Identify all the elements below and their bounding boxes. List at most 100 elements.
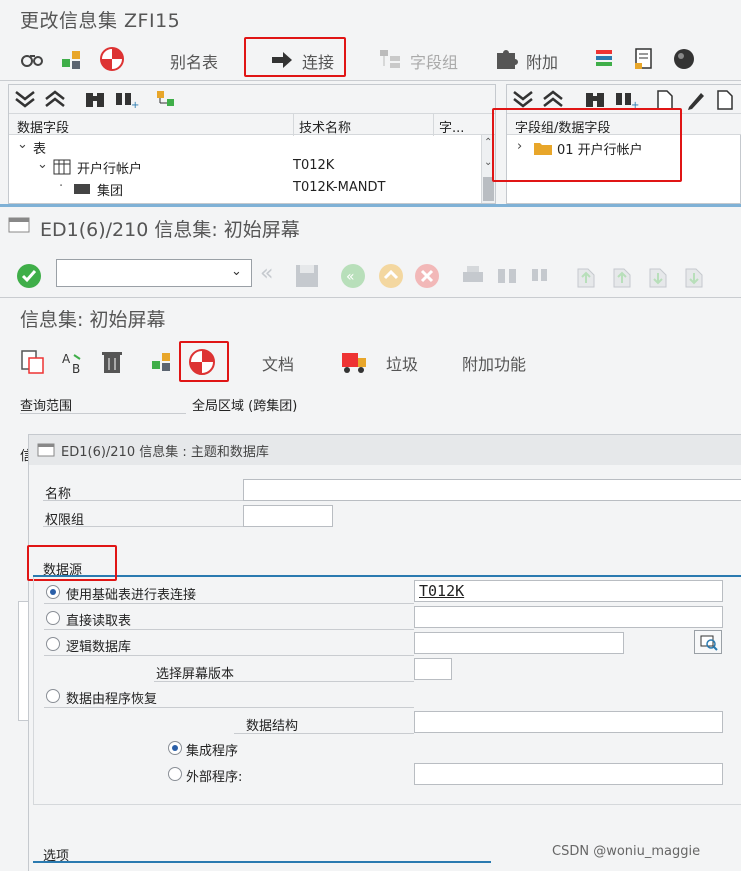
left-tree-panel: + 数据字段 技术名称 字... ⌄ 表 ⌄ 开户行帐户 T012K · 集团 … bbox=[8, 84, 496, 204]
table-join-field[interactable]: T012K bbox=[414, 580, 723, 602]
field-group-icon bbox=[378, 48, 404, 74]
table-join-radio[interactable] bbox=[46, 585, 60, 599]
name-field[interactable] bbox=[243, 479, 741, 501]
auth-underline bbox=[43, 526, 243, 527]
checkmark-icon[interactable] bbox=[16, 263, 42, 289]
hierarchy-icon[interactable] bbox=[58, 45, 86, 73]
document-icon[interactable] bbox=[630, 45, 658, 73]
field-icon bbox=[74, 184, 90, 194]
chevron-down-icon[interactable]: ⌄ bbox=[231, 264, 242, 279]
cancel-icon bbox=[415, 264, 439, 288]
screen-version-label: 选择屏幕版本 bbox=[156, 667, 235, 682]
color-list-icon[interactable] bbox=[590, 45, 618, 73]
window-icon bbox=[8, 217, 30, 233]
svg-text:«: « bbox=[346, 269, 355, 285]
expand-all-icon[interactable] bbox=[13, 89, 37, 109]
logical-db-radio[interactable] bbox=[46, 637, 60, 651]
program-label[interactable]: 数据由程序恢复 bbox=[66, 688, 157, 707]
chevron-down-icon[interactable]: ⌄ bbox=[17, 137, 28, 152]
collapse-all-icon[interactable] bbox=[541, 89, 565, 109]
row-underline bbox=[44, 655, 414, 656]
data-structure-field[interactable] bbox=[414, 711, 723, 733]
find-icon[interactable] bbox=[83, 88, 107, 110]
col-tech-name[interactable]: 技术名称 bbox=[299, 117, 351, 136]
truck-icon[interactable] bbox=[340, 349, 368, 375]
next-page-icon bbox=[649, 268, 667, 288]
mid-window-title: ED1(6)/210 信息集: 初始屏幕 bbox=[40, 219, 300, 241]
svg-text:+: + bbox=[131, 100, 139, 110]
integrated-label[interactable]: 集成程序 bbox=[186, 740, 238, 759]
find-icon[interactable] bbox=[583, 88, 607, 110]
logical-db-field[interactable] bbox=[414, 632, 624, 654]
edit-icon[interactable] bbox=[685, 89, 707, 111]
generate-icon[interactable] bbox=[98, 45, 126, 73]
puzzle-icon bbox=[494, 48, 518, 76]
tree-row-tech: T012K-MANDT bbox=[293, 180, 386, 195]
screen-version-field[interactable] bbox=[414, 658, 452, 680]
credit-text: CSDN @woniu_maggie bbox=[552, 844, 701, 859]
find-next-icon[interactable]: + bbox=[613, 88, 639, 110]
rename-icon[interactable]: AB bbox=[60, 349, 86, 375]
collapse-all-icon[interactable] bbox=[43, 89, 67, 109]
search-help-button[interactable] bbox=[694, 630, 722, 654]
col-short[interactable]: 字... bbox=[439, 117, 464, 136]
svg-text:B: B bbox=[72, 362, 80, 375]
glasses-icon[interactable] bbox=[18, 45, 46, 73]
top-toolbar: 别名表 连接 字段组 附加 bbox=[0, 40, 741, 78]
dialog-title: ED1(6)/210 信息集 : 主题和数据库 bbox=[61, 445, 269, 460]
svg-text:A: A bbox=[62, 352, 71, 366]
tree-row[interactable]: ⌄ 开户行帐户 T012K bbox=[9, 157, 479, 177]
structure-icon[interactable] bbox=[155, 89, 179, 109]
row-underline bbox=[44, 707, 414, 708]
save-icon bbox=[296, 265, 318, 287]
window-title: 更改信息集 ZFI15 bbox=[20, 10, 181, 32]
trash-button[interactable]: 垃圾 bbox=[386, 351, 418, 375]
integrated-radio[interactable] bbox=[168, 741, 182, 755]
direct-read-field[interactable] bbox=[414, 606, 723, 628]
direct-read-label[interactable]: 直接读取表 bbox=[66, 610, 131, 629]
query-scope-value: 全局区域 (跨集团) bbox=[192, 399, 298, 414]
dialog-window: ED1(6)/210 信息集 : 主题和数据库 名称 权限组 数据源 使用基础表… bbox=[27, 434, 741, 871]
col-data-field[interactable]: 数据字段 bbox=[17, 117, 69, 136]
logical-db-label[interactable]: 逻辑数据库 bbox=[66, 636, 131, 655]
delete-icon[interactable] bbox=[715, 89, 735, 111]
find-icon bbox=[498, 269, 516, 283]
highlight-generate bbox=[179, 341, 229, 382]
exit-icon bbox=[379, 264, 403, 288]
documentation-button[interactable]: 文档 bbox=[262, 351, 294, 375]
dialog-title-bar: ED1(6)/210 信息集 : 主题和数据库 bbox=[29, 435, 741, 465]
direct-read-radio[interactable] bbox=[46, 611, 60, 625]
circle-icon[interactable] bbox=[670, 45, 698, 73]
tree-row[interactable]: ⌄ 表 bbox=[9, 137, 479, 157]
table-join-label[interactable]: 使用基础表进行表连接 bbox=[66, 584, 196, 603]
table-join-value: T012K bbox=[419, 582, 465, 600]
hierarchy-icon[interactable] bbox=[150, 349, 176, 375]
program-radio[interactable] bbox=[46, 689, 60, 703]
tree-row-label: 开户行帐户 bbox=[77, 162, 143, 177]
trash-icon[interactable] bbox=[100, 349, 124, 375]
search-icon bbox=[700, 635, 718, 651]
external-field[interactable] bbox=[414, 763, 723, 785]
print-icon bbox=[463, 266, 483, 282]
app-toolbar: AB 文档 垃圾 附加功能 bbox=[0, 341, 741, 381]
tree-row[interactable]: · 集团 T012K-MANDT bbox=[9, 179, 479, 199]
expand-all-icon[interactable] bbox=[511, 89, 535, 109]
command-field[interactable]: ⌄ bbox=[56, 259, 252, 287]
find-next-icon[interactable]: + bbox=[113, 88, 139, 110]
chevron-down-icon[interactable]: ⌄ bbox=[37, 157, 48, 172]
row-underline bbox=[44, 603, 414, 604]
create-icon[interactable] bbox=[20, 349, 46, 375]
external-radio[interactable] bbox=[168, 767, 182, 781]
field-group-button[interactable]: 字段组 bbox=[410, 49, 458, 73]
back-icon: « bbox=[341, 264, 365, 288]
extra-button[interactable]: 附加 bbox=[526, 49, 558, 73]
extra-functions-button[interactable]: 附加功能 bbox=[462, 351, 526, 375]
first-page-icon bbox=[577, 268, 595, 288]
left-tree-header: 数据字段 技术名称 字... bbox=[9, 113, 495, 136]
name-underline bbox=[43, 500, 243, 501]
top-window: 更改信息集 ZFI15 别名表 连接 字段组 附加 + 数据字段 技术名称 字.… bbox=[0, 0, 741, 205]
auth-group-field[interactable] bbox=[243, 505, 333, 527]
external-label[interactable]: 外部程序: bbox=[186, 766, 242, 785]
alias-table-button[interactable]: 别名表 bbox=[170, 49, 218, 73]
window-icon bbox=[37, 443, 55, 457]
